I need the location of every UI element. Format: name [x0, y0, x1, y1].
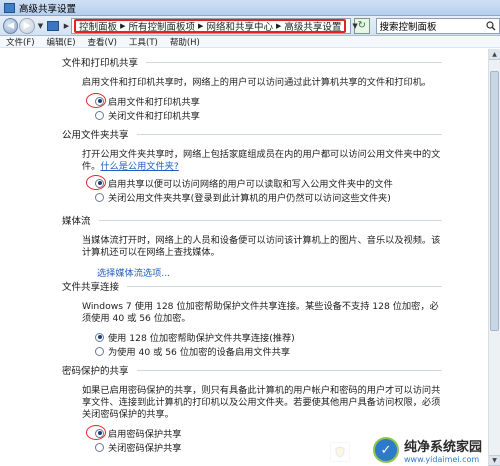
chevron-right-icon[interactable]: ▶	[198, 22, 203, 30]
scrollbar-thumb[interactable]	[490, 71, 499, 331]
scroll-up-arrow-icon[interactable]: ▲	[489, 49, 500, 60]
chevron-down-icon[interactable]: ▼	[352, 22, 357, 30]
option-enable-public-sharing[interactable]: 启用共享以便可以访问网络的用户可以读取和写入公用文件夹中的文件	[62, 175, 442, 190]
site-logo: ✓	[372, 437, 399, 463]
chevron-right-icon[interactable]: ▶	[64, 22, 69, 30]
vertical-scrollbar[interactable]: ▲ ▼	[488, 49, 500, 466]
chevron-right-icon[interactable]: ▶	[276, 22, 281, 30]
watermark-title: 纯净系统家园	[403, 440, 482, 455]
breadcrumb-advanced-sharing[interactable]: 高级共享设置	[284, 19, 341, 33]
radio-button[interactable]	[95, 346, 104, 356]
breadcrumb-all-items[interactable]: 所有控制面板项	[129, 19, 196, 33]
refresh-icon: ↻	[357, 20, 367, 31]
navigation-bar: ◀ ▶ ▼ ▶ 控制面板 ▶ 所有控制面板项 ▶ 网络和共享中心 ▶ 高级共享设…	[0, 16, 500, 36]
breadcrumb-network-center[interactable]: 网络和共享中心	[206, 19, 273, 33]
settings-content: 文件和打印机共享 启用文件和打印机共享时，网络上的用户可以访问通过此计算机共享的…	[0, 49, 488, 466]
section-title: 文件共享连接	[62, 279, 442, 293]
menu-edit[interactable]: 编辑(E)	[47, 36, 76, 48]
recent-pages-dropdown-icon[interactable]: ▼	[38, 22, 43, 30]
radio-button[interactable]	[95, 178, 104, 188]
watermark-text: 纯净系统家园 www.yidaimei.com	[404, 436, 482, 464]
section-title: 媒体流	[62, 213, 442, 227]
section-title: 文件和打印机共享	[62, 55, 442, 69]
breadcrumb-control-panel[interactable]: 控制面板	[79, 19, 117, 33]
section-description: 打开公用文件夹共享时，网络上包括家庭组成员在内的用户都可以访问公用文件夹中的文件…	[82, 149, 441, 172]
menu-tools[interactable]: 工具(T)	[129, 36, 158, 48]
choose-media-streaming-link[interactable]: 选择媒体流选项...	[62, 265, 442, 279]
window-title: 高级共享设置	[19, 3, 77, 15]
section-file-printer-sharing: 文件和打印机共享 启用文件和打印机共享时，网络上的用户可以访问通过此计算机共享的…	[62, 55, 442, 122]
section-file-sharing-connections: 文件共享连接 Windows 7 使用 128 位加密帮助保护文件共享连接。某些…	[62, 279, 442, 358]
search-input[interactable]: 搜索控制面板	[380, 19, 484, 33]
network-icon	[4, 2, 15, 13]
forward-button[interactable]: ▶	[19, 17, 35, 34]
watermark: ✓ 纯净系统家园 www.yidaimei.com	[318, 434, 488, 466]
section-title: 密码保护的共享	[62, 363, 442, 377]
option-disable-public-sharing[interactable]: 关闭公用文件夹共享(登录到此计算机的用户仍然可以访问这些文件夹)	[62, 191, 442, 204]
radio-button[interactable]	[95, 110, 104, 120]
section-description: 当媒体流打开时，网络上的人员和设备便可以访问该计算机上的图片、音乐以及视频。该计…	[82, 235, 441, 258]
option-128-bit-encryption[interactable]: 使用 128 位加密帮助保护文件共享连接(推荐)	[62, 331, 442, 344]
section-description: 如果已启用密码保护的共享，则只有具备此计算机的用户帐户和密码的用户才可以访问共享…	[82, 385, 441, 420]
search-icon[interactable]	[483, 19, 499, 33]
section-title: 公用文件夹共享	[62, 127, 442, 141]
option-40-56-bit-encryption[interactable]: 为使用 40 或 56 位加密的设备启用文件共享	[62, 345, 442, 358]
breadcrumb: 控制面板 ▶ 所有控制面板项 ▶ 网络和共享中心 ▶ 高级共享设置	[74, 18, 347, 33]
what-is-public-folder-link[interactable]: 什么是公用文件夹?	[100, 161, 178, 172]
menu-file[interactable]: 文件(F)	[6, 36, 35, 48]
section-description: 启用文件和打印机共享时，网络上的用户可以访问通过此计算机共享的文件和打印机。	[82, 77, 432, 88]
scroll-down-arrow-icon[interactable]: ▼	[489, 455, 500, 466]
radio-button[interactable]	[95, 96, 104, 106]
back-button[interactable]: ◀	[3, 17, 19, 34]
title-bar: 高级共享设置	[0, 0, 500, 16]
radio-button[interactable]	[95, 192, 104, 202]
menu-help[interactable]: 帮助(H)	[170, 36, 200, 48]
radio-button[interactable]	[95, 332, 104, 342]
address-bar[interactable]: 控制面板 ▶ 所有控制面板项 ▶ 网络和共享中心 ▶ 高级共享设置 ▼	[71, 17, 358, 34]
chevron-right-icon[interactable]: ▶	[120, 22, 125, 30]
option-enable-file-printer-sharing[interactable]: 启用文件和打印机共享	[62, 93, 442, 108]
option-disable-file-printer-sharing[interactable]: 关闭文件和打印机共享	[62, 109, 442, 122]
radio-button[interactable]	[95, 428, 104, 438]
section-public-folder-sharing: 公用文件夹共享 打开公用文件夹共享时，网络上包括家庭组成员在内的用户都可以访问公…	[62, 127, 442, 204]
section-description: Windows 7 使用 128 位加密帮助保护文件共享连接。某些设备不支持 1…	[82, 301, 439, 324]
control-panel-icon	[47, 20, 59, 31]
search-box[interactable]: 搜索控制面板	[375, 17, 500, 34]
section-media-streaming: 媒体流 当媒体流打开时，网络上的人员和设备便可以访问该计算机上的图片、音乐以及视…	[62, 213, 442, 279]
watermark-url: www.yidaimei.com	[403, 455, 480, 464]
radio-button[interactable]	[95, 442, 104, 452]
menu-view[interactable]: 查看(V)	[88, 36, 117, 48]
menu-bar: 文件(F) 编辑(E) 查看(V) 工具(T) 帮助(H)	[0, 36, 500, 48]
